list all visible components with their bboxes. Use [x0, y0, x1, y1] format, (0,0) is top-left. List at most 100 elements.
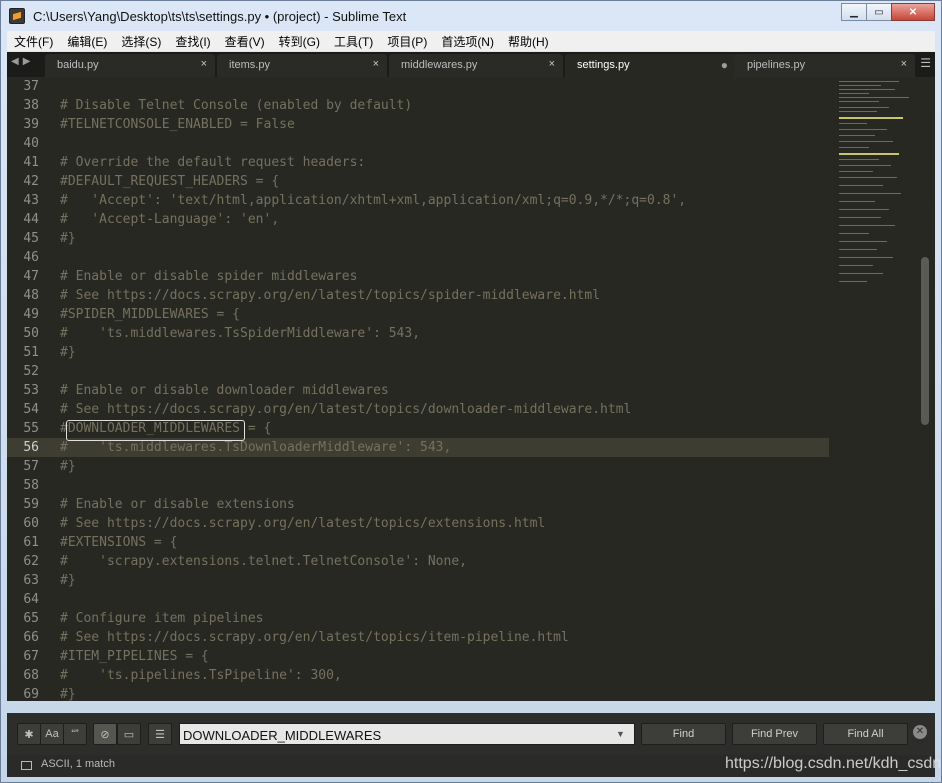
menu-goto[interactable]: 转到(G)	[272, 33, 327, 50]
whole-word-toggle[interactable]: “”	[63, 723, 87, 745]
watermark: https://blog.csdn.net/kdh_csdn	[725, 755, 942, 772]
code-line[interactable]: # Override the default request headers:	[60, 153, 830, 172]
code-line[interactable]	[60, 248, 830, 267]
close-icon[interactable]: ×	[549, 58, 555, 70]
close-icon[interactable]: ×	[201, 58, 207, 70]
status-bar: ASCII, 1 match https://blog.csdn.net/kdh…	[7, 755, 941, 777]
code-line[interactable]: #}	[60, 571, 830, 590]
tab-menu-icon[interactable]: ☰	[920, 56, 931, 70]
panel-toggle-icon[interactable]	[21, 761, 32, 770]
minimap-stroke	[839, 101, 879, 102]
line-number: 44	[23, 212, 39, 227]
menu-help[interactable]: 帮助(H)	[501, 33, 556, 50]
menu-file[interactable]: 文件(F)	[7, 33, 60, 50]
regex-toggle[interactable]: ✱	[17, 723, 41, 745]
code-line[interactable]: #EXTENSIONS = {	[60, 533, 830, 552]
in-selection-toggle[interactable]: ▭	[117, 723, 141, 745]
line-number: 37	[23, 79, 39, 94]
tab-middlewares[interactable]: middlewares.py ×	[389, 54, 563, 77]
case-sensitive-toggle[interactable]: Aa	[40, 723, 64, 745]
line-number: 48	[23, 288, 39, 303]
code-line[interactable]: # Configure item pipelines	[60, 609, 830, 628]
line-number: 60	[23, 516, 39, 531]
tab-label: items.py	[229, 59, 270, 71]
code-line[interactable]: #}	[60, 343, 830, 362]
tab-scroll-arrows-icon[interactable]: ◀▶	[11, 56, 34, 67]
unsaved-dot-icon[interactable]: ●	[721, 58, 728, 72]
minimap-stroke	[839, 257, 893, 258]
title-bar: C:\Users\Yang\Desktop\ts\ts\settings.py …	[1, 1, 941, 31]
close-icon[interactable]: ×	[901, 58, 907, 70]
tab-label: pipelines.py	[747, 59, 806, 71]
tab-bar: ◀▶ baidu.py × items.py × middlewares.py …	[7, 52, 935, 77]
close-window-button[interactable]: ✕	[891, 3, 935, 21]
close-icon[interactable]: ×	[373, 58, 379, 70]
code-editor[interactable]: 37 38 39 40 41 42 43 44 45 46 47 48 49 50 51 52 53 54 55 56…	[7, 77, 935, 701]
close-find-panel-icon[interactable]: ✕	[913, 725, 927, 739]
code-line[interactable]: # See https://docs.scrapy.org/en/latest/…	[60, 286, 830, 305]
code-line[interactable]: # See https://docs.scrapy.org/en/latest/…	[60, 400, 830, 419]
tab-settings[interactable]: settings.py ●	[565, 54, 737, 77]
code-line[interactable]: # Disable Telnet Console (enabled by def…	[60, 96, 830, 115]
code-line[interactable]: # 'ts.middlewares.TsSpiderMiddleware': 5…	[60, 324, 830, 343]
code-line[interactable]	[60, 77, 830, 96]
code-line[interactable]: #DEFAULT_REQUEST_HEADERS = {	[60, 172, 830, 191]
menu-selection[interactable]: 选择(S)	[114, 33, 168, 50]
find-all-button[interactable]: Find All	[823, 723, 908, 745]
code-line[interactable]	[60, 590, 830, 609]
minimize-button[interactable]: ▁	[841, 3, 867, 21]
code-line[interactable]: #}	[60, 457, 830, 476]
line-number: 58	[23, 478, 39, 493]
tab-items[interactable]: items.py ×	[217, 54, 387, 77]
wrap-toggle[interactable]: ⊘	[93, 723, 117, 745]
vertical-scrollbar[interactable]	[921, 257, 929, 425]
line-number: 49	[23, 307, 39, 322]
minimap-stroke	[839, 117, 903, 119]
line-number: 50	[23, 326, 39, 341]
line-number: 43	[23, 193, 39, 208]
code-line[interactable]: # 'Accept-Language': 'en',	[60, 210, 830, 229]
menu-tools[interactable]: 工具(T)	[327, 33, 380, 50]
code-line[interactable]: # Enable or disable extensions	[60, 495, 830, 514]
code-line[interactable]: #TELNETCONSOLE_ENABLED = False	[60, 115, 830, 134]
code-line[interactable]	[60, 134, 830, 153]
line-number: 55	[23, 421, 39, 436]
code-line[interactable]: # 'Accept': 'text/html,application/xhtml…	[60, 191, 830, 210]
tab-baidu[interactable]: baidu.py ×	[45, 54, 215, 77]
code-line[interactable]	[60, 476, 830, 495]
menu-find[interactable]: 查找(I)	[168, 33, 217, 50]
maximize-button[interactable]: ▭	[866, 3, 892, 21]
minimap-stroke	[839, 249, 877, 250]
code-line[interactable]: # 'scrapy.extensions.telnet.TelnetConsol…	[60, 552, 830, 571]
code-line[interactable]: #ITEM_PIPELINES = {	[60, 647, 830, 666]
sublime-logo-icon	[9, 8, 25, 24]
find-prev-button[interactable]: Find Prev	[732, 723, 817, 745]
minimap-stroke	[839, 193, 901, 194]
code-line[interactable]: #}	[60, 229, 830, 248]
line-number: 41	[23, 155, 39, 170]
code-line[interactable]: # See https://docs.scrapy.org/en/latest/…	[60, 628, 830, 647]
code-line[interactable]: #}	[60, 685, 830, 701]
line-number: 65	[23, 611, 39, 626]
menu-edit[interactable]: 编辑(E)	[60, 33, 114, 50]
menu-view[interactable]: 查看(V)	[218, 33, 272, 50]
code-area[interactable]: # Disable Telnet Console (enabled by def…	[60, 77, 830, 701]
tab-pipelines[interactable]: pipelines.py ×	[735, 54, 915, 77]
code-line[interactable]: # 'ts.pipelines.TsPipeline': 300,	[60, 666, 830, 685]
highlight-matches-toggle[interactable]: ☰	[148, 723, 172, 745]
minimap-stroke	[839, 281, 867, 282]
line-number: 46	[23, 250, 39, 265]
code-line[interactable]: # Enable or disable downloader middlewar…	[60, 381, 830, 400]
line-number: 59	[23, 497, 39, 512]
code-line[interactable]: #SPIDER_MIDDLEWARES = {	[60, 305, 830, 324]
code-line[interactable]	[60, 362, 830, 381]
menu-preferences[interactable]: 首选项(N)	[434, 33, 501, 50]
menu-project[interactable]: 项目(P)	[380, 33, 434, 50]
find-history-dropdown-icon[interactable]: ▼	[616, 729, 625, 739]
code-line[interactable]: # See https://docs.scrapy.org/en/latest/…	[60, 514, 830, 533]
find-button[interactable]: Find	[641, 723, 726, 745]
find-input[interactable]	[179, 723, 635, 745]
minimap-stroke	[839, 225, 895, 226]
minimap[interactable]	[835, 77, 921, 701]
code-line[interactable]: # Enable or disable spider middlewares	[60, 267, 830, 286]
